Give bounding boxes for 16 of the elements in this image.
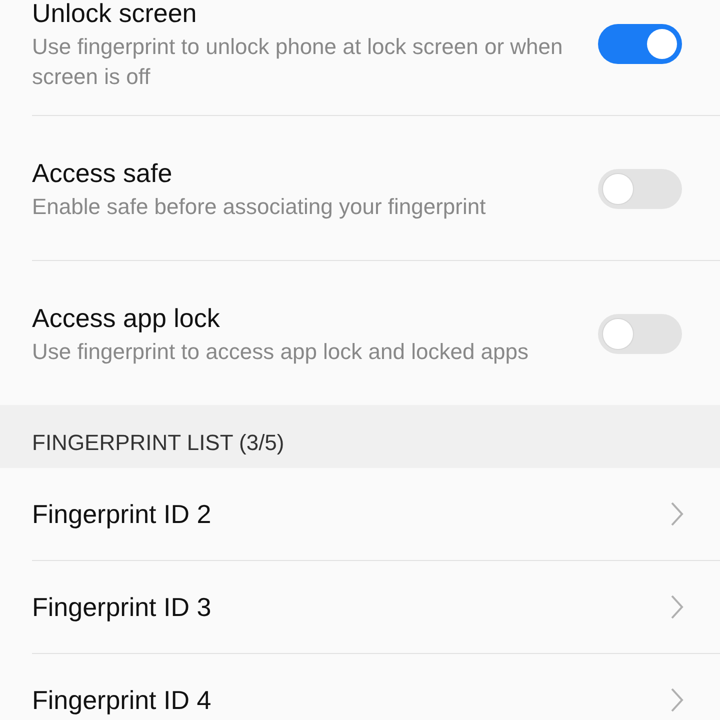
setting-title: Access safe [32,157,174,190]
setting-title: Access app lock [32,302,221,335]
chevron-icon [670,594,684,620]
fingerprint-item[interactable]: Fingerprint ID 4 [32,654,720,720]
fingerprint-item[interactable]: Fingerprint ID 3 [32,561,720,654]
setting-description: Use fingerprint to unlock phone at lock screen or when screen is off [32,33,564,91]
setting-description: Use fingerprint to access app lock and locked apps [32,338,530,366]
toggle-switch[interactable] [598,314,682,354]
setting-title: Unlock screen [32,0,198,30]
section-header: FINGERPRINT LIST (3/5) [32,430,284,456]
chevron-icon [670,687,684,713]
chevron-icon [670,501,684,527]
setting-description: Enable safe before associating your fingerprint [32,193,487,221]
toggle-switch[interactable] [598,169,682,209]
fingerprint-item[interactable]: Fingerprint ID 2 [32,468,720,561]
toggle-switch[interactable] [598,24,682,64]
